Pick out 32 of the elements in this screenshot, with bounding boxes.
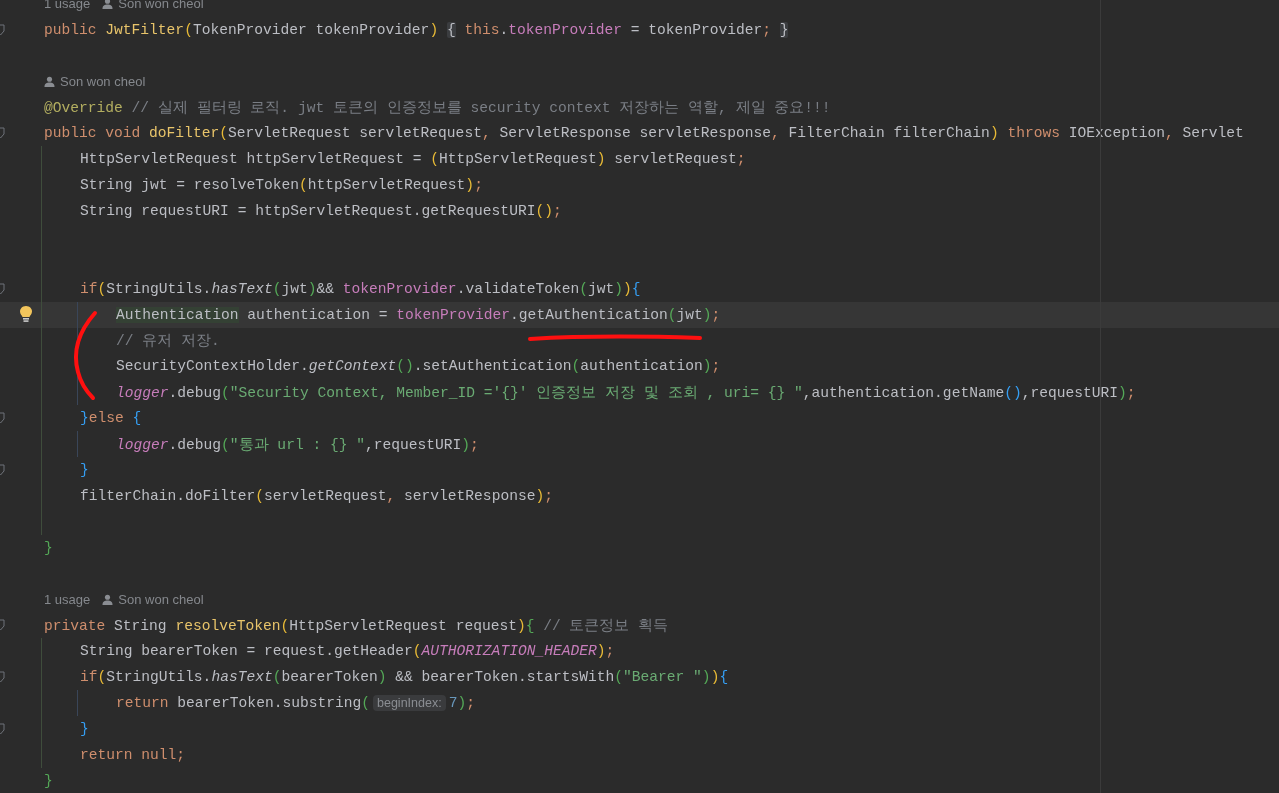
person-icon (102, 0, 114, 10)
code-line: SecurityContextHolder.getContext().setAuthentication(authentication); (116, 358, 721, 375)
author-name[interactable]: Son won cheol (118, 591, 204, 607)
code-line: } (80, 720, 89, 737)
author-name[interactable]: Son won cheol (118, 0, 204, 12)
code-line: @Override // 실제 필터링 로직. jwt 토큰의 인증정보를 security context 저장하는 역할, 제일 중요!!! (44, 99, 831, 117)
person-icon (44, 76, 55, 88)
code-line: // 유저 저장. (116, 332, 220, 350)
code-line: public void doFilter(ServletRequest servletRequest, ServletResponse servletResponse, FilterChain filterChain) throws IOException, Servlet (44, 125, 1244, 142)
code-line: }else { (80, 410, 142, 427)
code-line: } (80, 461, 89, 478)
code-line: Authentication authentication = tokenProvider.getAuthentication(jwt); (116, 306, 721, 323)
code-line: String jwt = resolveToken(httpServletRequest); (80, 177, 483, 194)
code-line: String requestURI = httpServletRequest.getRequestURI(); (80, 203, 562, 220)
code-line: logger.debug("통과 url : {} ",requestURI); (116, 435, 479, 454)
code-line: if(StringUtils.hasText(bearerToken) && bearerToken.startsWith("Bearer ")){ (80, 669, 729, 686)
code-line: } (44, 539, 53, 556)
code-line: private String resolveToken(HttpServletRequest request){ // 토큰정보 획득 (44, 616, 669, 635)
code-line: if(StringUtils.hasText(jwt)&& tokenProvider.validateToken(jwt)){ (80, 280, 641, 297)
code-line: String bearerToken = request.getHeader(AUTHORIZATION_HEADER); (80, 643, 615, 660)
code-line: HttpServletRequest httpServletRequest = (HttpServletRequest) servletRequest; (80, 151, 746, 168)
code-line: logger.debug("Security Context, Member_ID ='{}' 인증정보 저장 및 조회 , uri= {} ",authentication.getName(),requestURI); (116, 383, 1136, 402)
code-line: return null; (80, 746, 186, 763)
usage-count[interactable]: 1 usage (44, 591, 91, 607)
code-line: return bearerToken.substring( beginIndex: 7); (116, 695, 475, 711)
person-icon (102, 593, 114, 605)
usage-count[interactable]: 1 usage (44, 0, 91, 12)
code-line: public JwtFilter(TokenProvider tokenProvider) { this.tokenProvider = tokenProvider; } (44, 21, 789, 38)
code-line: filterChain.doFilter(servletRequest, servletResponse); (80, 487, 553, 504)
code-line: } (44, 772, 53, 789)
lightbulb-icon[interactable] (19, 304, 33, 323)
author-name[interactable]: Son won cheol (60, 74, 146, 90)
